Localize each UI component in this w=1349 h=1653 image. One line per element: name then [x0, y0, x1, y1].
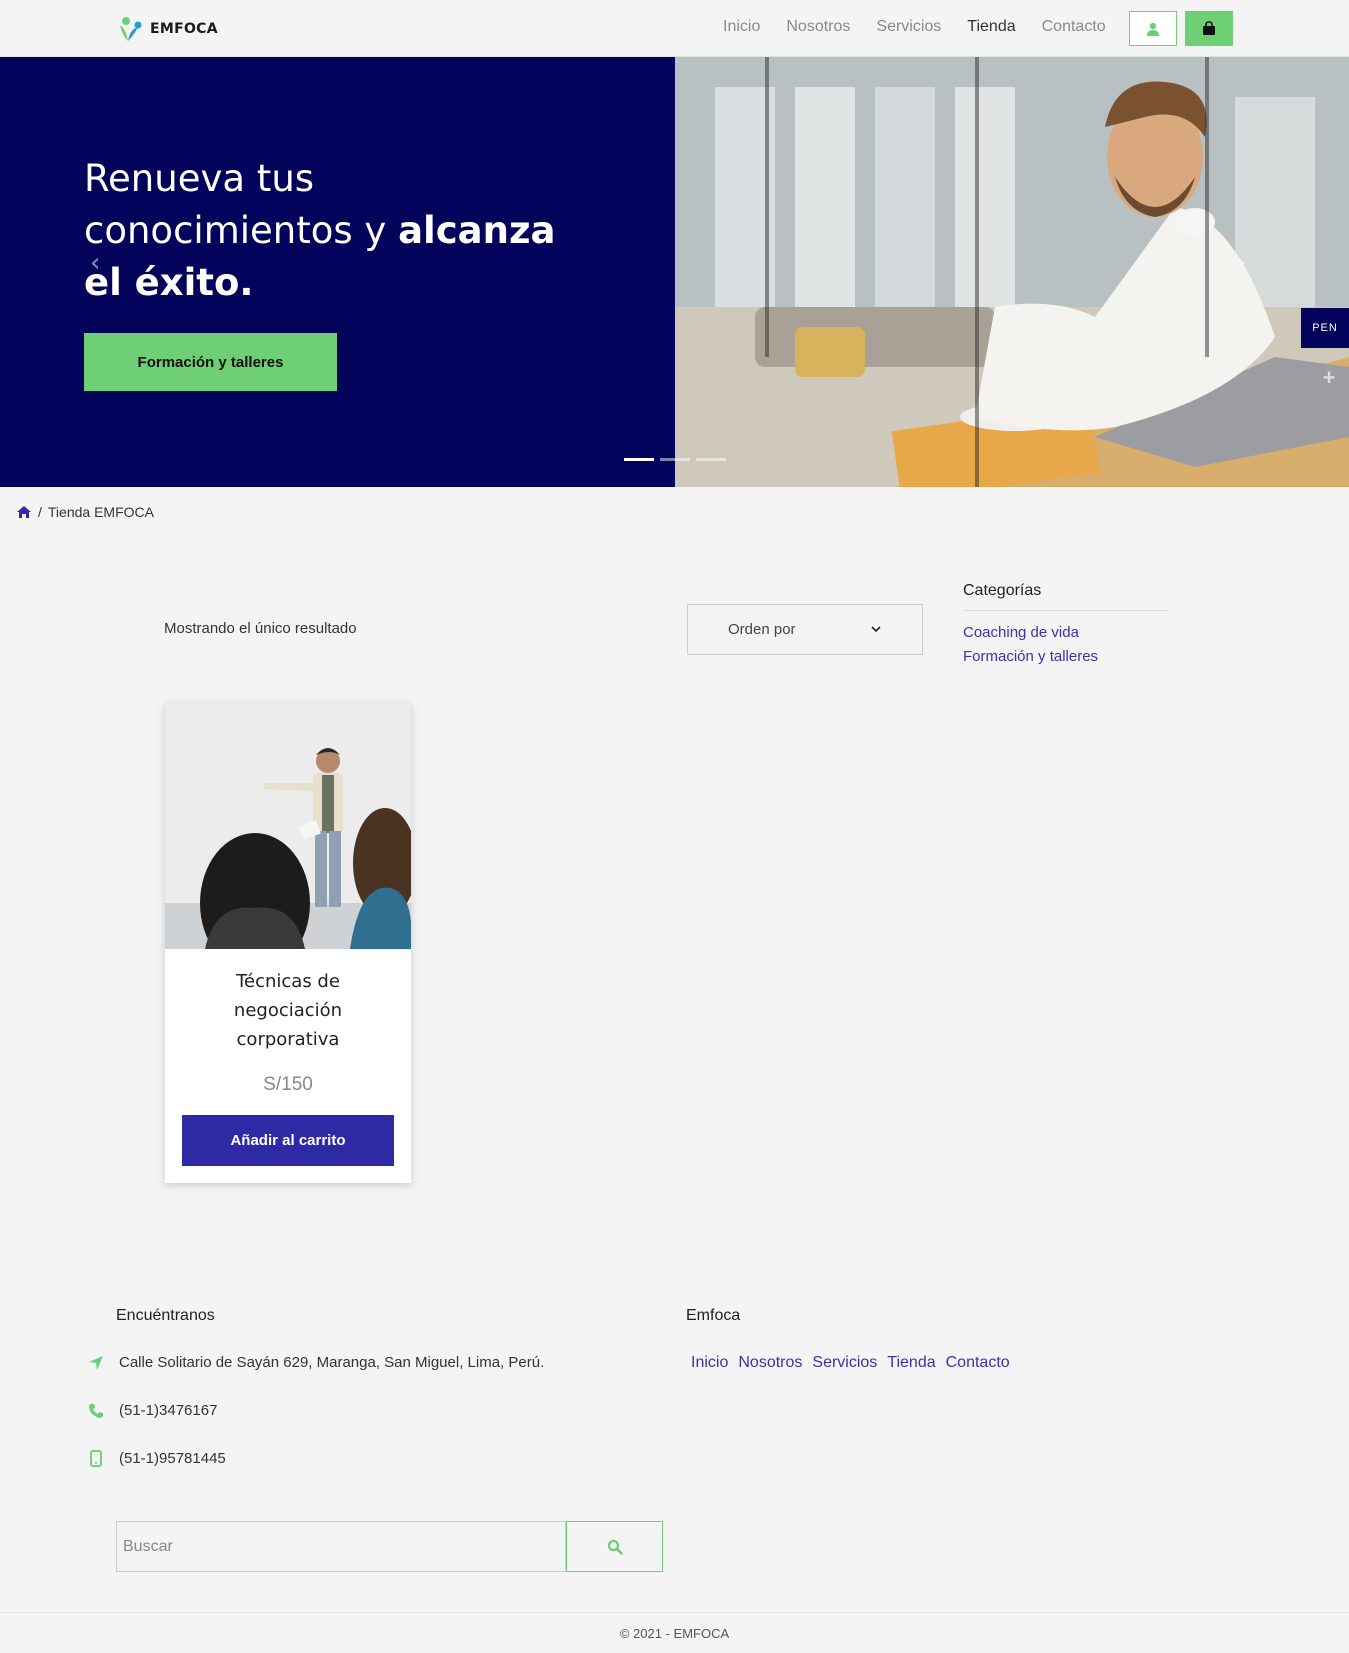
- sidebar-title: Categorías: [963, 582, 1168, 611]
- chevron-down-icon: [871, 626, 881, 633]
- categories-sidebar: Categorías Coaching de vida Formación y …: [963, 582, 1168, 669]
- product-photo-illustration: [165, 703, 411, 949]
- copyright-text: © 2021 - EMFOCA: [619, 1625, 730, 1641]
- slider-pagination: [624, 458, 726, 461]
- address-text: Calle Solitario de Sayán 629, Maranga, S…: [119, 1354, 545, 1371]
- cart-button[interactable]: [1185, 11, 1233, 46]
- footer-find-us-title: Encuéntranos: [116, 1307, 215, 1324]
- site-header: EMFOCA Inicio Nosotros Servicios Tienda …: [0, 0, 1349, 57]
- slider-prev-arrow[interactable]: ‹: [90, 250, 110, 276]
- footer-links: Inicio Nosotros Servicios Tienda Contact…: [691, 1354, 1010, 1372]
- slider-next-arrow[interactable]: ›: [1236, 250, 1256, 276]
- phone-icon: [89, 1403, 103, 1418]
- orderby-label: Orden por: [728, 621, 796, 638]
- footer-link-contacto[interactable]: Contacto: [946, 1354, 1010, 1372]
- search-icon: [607, 1539, 623, 1555]
- phone-text: (51-1)3476167: [119, 1402, 218, 1419]
- home-icon[interactable]: [16, 505, 32, 519]
- main-nav: Inicio Nosotros Servicios Tienda Contact…: [723, 18, 1106, 36]
- slider-dot-1[interactable]: [624, 458, 654, 461]
- hero-cta-button[interactable]: Formación y talleres: [84, 333, 337, 391]
- footer-link-servicios[interactable]: Servicios: [812, 1354, 877, 1372]
- slider-dot-3[interactable]: [696, 458, 726, 461]
- product-title[interactable]: Técnicas de negociación corporativa: [165, 967, 411, 1054]
- footer-mobile: (51-1)95781445: [87, 1450, 226, 1467]
- nav-tienda[interactable]: Tienda: [967, 18, 1015, 36]
- copyright-bar: © 2021 - EMFOCA: [0, 1612, 1349, 1653]
- category-list: Coaching de vida Formación y talleres: [963, 621, 1168, 669]
- nav-nosotros[interactable]: Nosotros: [786, 18, 850, 36]
- add-to-cart-button[interactable]: Añadir al carrito: [182, 1115, 394, 1166]
- nav-contacto[interactable]: Contacto: [1042, 18, 1106, 36]
- shopping-bag-icon: [1203, 21, 1215, 35]
- footer-phone: (51-1)3476167: [87, 1402, 217, 1419]
- breadcrumb-current: Tienda EMFOCA: [47, 504, 154, 520]
- footer-link-inicio[interactable]: Inicio: [691, 1354, 728, 1372]
- search-button[interactable]: [566, 1521, 663, 1572]
- orderby-select[interactable]: Orden por: [687, 604, 923, 655]
- mobile-phone-icon: [90, 1450, 102, 1467]
- slider-dot-2[interactable]: [660, 458, 690, 461]
- nav-servicios[interactable]: Servicios: [876, 18, 941, 36]
- currency-switcher[interactable]: PEN: [1301, 308, 1349, 348]
- logo-icon: [120, 17, 142, 41]
- category-coaching[interactable]: Coaching de vida: [963, 621, 1168, 645]
- hero-title: Renueva tus conocimientos y alcanza el é…: [84, 153, 584, 309]
- breadcrumb-separator: /: [38, 504, 42, 520]
- logo[interactable]: EMFOCA: [116, 15, 218, 43]
- footer-address: Calle Solitario de Sayán 629, Maranga, S…: [87, 1354, 544, 1371]
- expand-plus-button[interactable]: +: [1309, 364, 1349, 392]
- brand-name: EMFOCA: [150, 21, 218, 37]
- category-formacion[interactable]: Formación y talleres: [963, 645, 1168, 669]
- result-count: Mostrando el único resultado: [164, 620, 357, 637]
- nav-inicio[interactable]: Inicio: [723, 18, 760, 36]
- product-card[interactable]: Técnicas de negociación corporativa S/15…: [165, 703, 411, 1183]
- product-image[interactable]: [165, 703, 411, 949]
- footer-links-title: Emfoca: [686, 1307, 741, 1324]
- hero-title-plain: Renueva tus conocimientos y: [84, 157, 399, 252]
- footer-search: [116, 1521, 663, 1572]
- breadcrumb: / Tienda EMFOCA: [16, 504, 154, 520]
- account-button[interactable]: [1129, 11, 1177, 46]
- mobile-text: (51-1)95781445: [119, 1450, 226, 1467]
- product-price: S/150: [263, 1074, 313, 1095]
- location-arrow-icon: [89, 1355, 103, 1370]
- footer-link-nosotros[interactable]: Nosotros: [738, 1354, 802, 1372]
- hero-slider: Renueva tus conocimientos y alcanza el é…: [0, 57, 1349, 487]
- footer-link-tienda[interactable]: Tienda: [887, 1354, 935, 1372]
- search-input[interactable]: [116, 1521, 566, 1572]
- user-icon: [1147, 22, 1159, 36]
